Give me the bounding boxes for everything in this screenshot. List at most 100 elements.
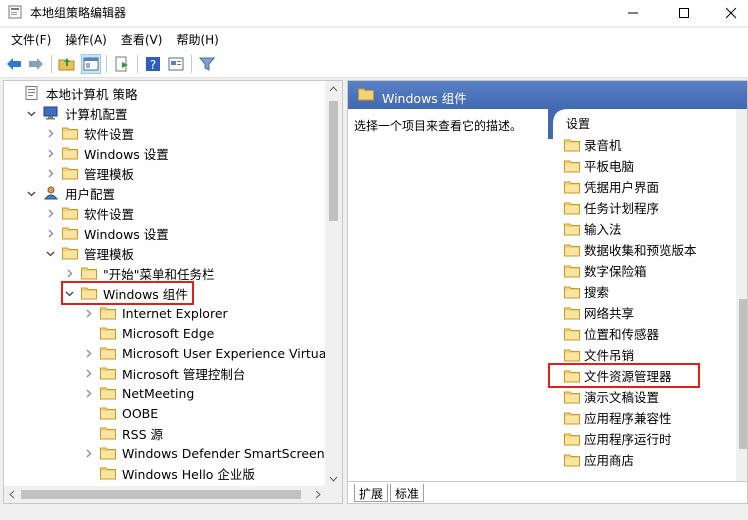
tree-expander[interactable] — [82, 303, 94, 323]
tree-item[interactable]: Windows 设置 — [44, 223, 169, 243]
scroll-right-arrow-icon[interactable] — [313, 490, 322, 499]
tree-expander[interactable] — [63, 283, 75, 303]
tree-item[interactable]: Microsoft Edge — [82, 323, 214, 343]
tree-horizontal-scrollbar[interactable] — [4, 486, 326, 503]
list-item-icon — [564, 348, 580, 362]
tree-expander[interactable] — [82, 343, 94, 363]
tree-expander[interactable] — [44, 203, 56, 223]
tree-expander[interactable] — [44, 243, 56, 263]
tree-item[interactable]: Internet Explorer — [82, 303, 228, 323]
list-item[interactable]: 应用程序运行时 — [564, 428, 672, 449]
list-item[interactable]: 演示文稿设置 — [564, 386, 659, 407]
list-item-icon — [564, 264, 580, 278]
list-item[interactable]: 输入法 — [564, 218, 622, 239]
list-item-label: 应用程序兼容性 — [584, 411, 672, 426]
list-item-label: 凭据用户界面 — [584, 180, 660, 195]
tree-item[interactable]: OOBE — [82, 403, 158, 423]
tree-expander[interactable] — [82, 383, 94, 403]
scroll-left-arrow-icon[interactable] — [8, 490, 17, 499]
list-item[interactable]: 文件吊销 — [564, 344, 634, 365]
maximize-button[interactable] — [661, 0, 707, 26]
tree-vertical-scroll-thumb[interactable] — [329, 101, 338, 221]
details-vertical-scrollbar[interactable] — [736, 109, 747, 481]
folder-icon — [564, 202, 580, 214]
tree-expander[interactable] — [63, 263, 75, 283]
details-vertical-scroll-thumb[interactable] — [739, 299, 747, 449]
up-folder-button[interactable] — [57, 54, 77, 74]
tree-item[interactable]: Microsoft User Experience Virtualizatio — [82, 343, 342, 363]
back-button[interactable] — [4, 54, 24, 74]
list-item[interactable]: 数字保险箱 — [564, 260, 647, 281]
chevron-right-icon — [48, 129, 53, 137]
close-button[interactable] — [708, 0, 748, 26]
tree-expander[interactable] — [25, 183, 37, 203]
tree-expander[interactable] — [44, 163, 56, 183]
scroll-up-arrow-icon[interactable] — [325, 81, 342, 98]
tree-pane[interactable]: 本地计算机 策略 计算机配置 软件设置 Windows 设置 管理模板 用户配置 软件设置 W… — [3, 80, 343, 504]
folder-icon — [100, 407, 116, 420]
tree-expander[interactable] — [82, 443, 94, 463]
chevron-right-icon — [86, 389, 91, 397]
tree-expander[interactable] — [44, 123, 56, 143]
list-item[interactable]: 应用程序兼容性 — [564, 407, 672, 428]
forward-icon — [29, 58, 43, 70]
tree-item[interactable]: 本地计算机 策略 — [6, 83, 137, 103]
folder-icon — [100, 347, 116, 360]
menu-help[interactable]: 帮助(H) — [169, 28, 225, 50]
tree-item[interactable]: Windows 设置 — [44, 143, 169, 163]
list-item[interactable]: 录音机 — [564, 134, 622, 155]
tree-item[interactable]: NetMeeting — [82, 383, 194, 403]
list-item[interactable]: 任务计划程序 — [564, 197, 659, 218]
tree-item[interactable]: 软件设置 — [44, 123, 134, 143]
list-item-label: 文件吊销 — [584, 348, 635, 363]
folder-icon — [564, 160, 580, 172]
tree-item[interactable]: 计算机配置 — [25, 103, 128, 123]
tree-item[interactable]: 软件设置 — [44, 203, 134, 223]
list-item[interactable]: 搜索 — [564, 281, 609, 302]
list-item[interactable]: 网络共享 — [564, 302, 634, 323]
export-list-button[interactable] — [112, 54, 132, 74]
tree-horizontal-scroll-thumb[interactable] — [21, 490, 301, 499]
tree-item[interactable]: Windows Defender SmartScreen — [82, 443, 325, 463]
show-hide-tree-button[interactable] — [81, 54, 101, 74]
list-item-highlighted[interactable]: 文件资源管理器 — [548, 363, 700, 388]
properties-view-button[interactable] — [166, 54, 186, 74]
tree-item[interactable]: Windows Hello 企业版 — [82, 463, 255, 483]
folder-icon — [100, 387, 116, 400]
scroll-down-arrow-icon[interactable] — [325, 470, 342, 487]
filter-button[interactable] — [197, 54, 217, 74]
list-item-label: 应用商店 — [584, 453, 635, 468]
tree-item[interactable]: Microsoft 管理控制台 — [82, 363, 245, 383]
tree-item[interactable]: RSS 源 — [82, 423, 163, 443]
tab-extended[interactable]: 扩展 — [354, 484, 389, 502]
tree-item[interactable]: 管理模板 — [44, 163, 134, 183]
list-item[interactable]: 数据收集和预览版本 — [564, 239, 697, 260]
list-item[interactable]: 应用商店 — [564, 449, 634, 470]
tree-expander[interactable] — [82, 363, 94, 383]
tree-expander[interactable] — [44, 223, 56, 243]
list-item[interactable]: 平板电脑 — [564, 155, 634, 176]
forward-button[interactable] — [26, 54, 46, 74]
scroll-corner — [325, 486, 342, 503]
menu-action[interactable]: 操作(A) — [58, 28, 114, 50]
tab-standard[interactable]: 标准 — [390, 484, 425, 502]
tree-item-label: 计算机配置 — [65, 106, 128, 122]
list-item[interactable]: 凭据用户界面 — [564, 176, 659, 197]
tree-item[interactable]: 用户配置 — [25, 183, 115, 203]
show-hide-tree-icon — [83, 57, 99, 71]
tree-item[interactable]: "开始"菜单和任务栏 — [63, 263, 215, 283]
tree-vertical-scrollbar[interactable] — [325, 81, 342, 487]
tree-expander[interactable] — [44, 143, 56, 163]
menu-file[interactable]: 文件(F) — [4, 28, 58, 50]
settings-column-header[interactable]: 设置 — [566, 115, 590, 132]
tree-item[interactable]: 管理模板 — [44, 243, 134, 263]
help-button[interactable]: ? — [143, 54, 163, 74]
minimize-button[interactable] — [610, 0, 656, 26]
menu-view[interactable]: 查看(V) — [114, 28, 170, 50]
folder-icon — [564, 286, 580, 298]
tree-item-selected[interactable]: Windows 组件 — [61, 281, 194, 305]
list-item[interactable]: 位置和传感器 — [564, 323, 659, 344]
settings-list[interactable]: 设置 录音机 平板电脑凭据用户界面任务计划程序 输入法 数据收集和预览版本 数字保险箱搜… — [548, 109, 736, 481]
tree-item-icon — [62, 125, 78, 141]
tree-expander[interactable] — [25, 103, 37, 123]
